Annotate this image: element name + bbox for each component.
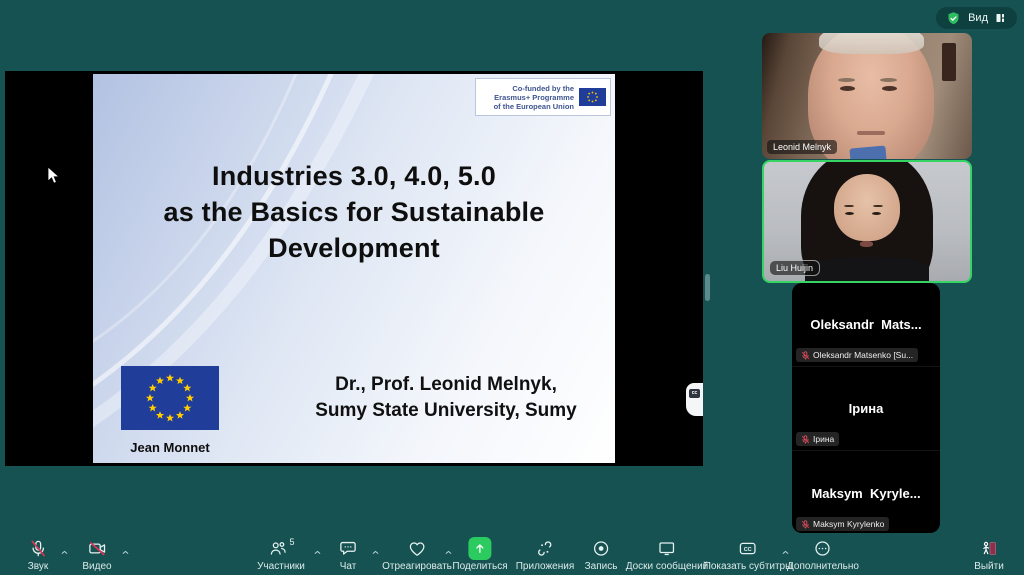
participant-display-name: Oleksandr Mats... <box>810 317 921 332</box>
muted-mic-icon <box>801 351 810 360</box>
meeting-window: Вид Co-funded by the Erasmus+ Programme … <box>0 0 1024 575</box>
slide-author-line2: Sumy State University, Sumy <box>291 398 601 424</box>
participant-display-name: Maksym Kyryle... <box>811 486 920 501</box>
participants-options-caret[interactable] <box>313 544 322 562</box>
exit-door-icon <box>979 538 999 558</box>
cofunded-text-line1: Co-funded by the <box>494 84 574 93</box>
muted-mic-icon <box>801 435 810 444</box>
participant-tile[interactable]: Oleksandr Mats... Oleksandr Matsenko [Su… <box>792 283 940 367</box>
audio-label: Звук <box>28 561 49 572</box>
slide-title-line3: Development <box>93 230 615 266</box>
share-screen-icon <box>468 537 491 560</box>
leave-label: Выйти <box>974 561 1004 572</box>
cofunded-text-line3: of the European Union <box>494 102 574 111</box>
react-button[interactable]: Отреагировать <box>382 538 452 572</box>
view-mode-button[interactable]: Вид <box>936 7 1017 29</box>
camera-off-icon <box>87 538 107 558</box>
svg-text:CC: CC <box>744 546 752 552</box>
participant-tile[interactable]: Maksym Kyryle... Maksym Kyrylenko <box>792 451 940 533</box>
captions-label: Показать субтитры <box>704 561 793 572</box>
cc-mini-icon: cc <box>689 389 700 398</box>
liu-body <box>805 257 929 283</box>
participants-label: Участники <box>257 561 305 572</box>
liu-face <box>834 174 900 241</box>
security-shield-icon <box>946 11 961 26</box>
video-tile-leonid[interactable]: Leonid Melnyk <box>762 33 972 159</box>
view-label: Вид <box>968 12 988 24</box>
whiteboard-icon <box>657 538 677 558</box>
captions-panel-handle[interactable]: cc <box>686 383 703 416</box>
slide-author: Dr., Prof. Leonid Melnyk, Sumy State Uni… <box>291 372 601 424</box>
gallery-view-icon <box>995 12 1007 24</box>
share-screen-button[interactable]: Поделиться <box>452 538 507 572</box>
audio-button[interactable]: Звук <box>28 538 49 572</box>
more-button[interactable]: Дополнительно <box>787 538 859 572</box>
whiteboards-label: Доски сообщений <box>626 561 709 572</box>
more-ellipsis-icon <box>813 538 832 558</box>
video-name-label: Leonid Melnyk <box>767 140 837 154</box>
share-label: Поделиться <box>452 561 507 572</box>
leonid-mouth <box>857 131 885 135</box>
record-icon <box>592 538 611 558</box>
video-label: Видео <box>82 561 111 572</box>
slide-title-line2: as the Basics for Sustainable <box>93 194 615 230</box>
chat-options-caret[interactable] <box>371 544 380 562</box>
captions-cc-icon: CC <box>738 538 758 558</box>
participant-label-text: Oleksandr Matsenko [Su... <box>813 350 913 360</box>
background-frame-decor <box>942 43 956 81</box>
more-label: Дополнительно <box>787 561 859 572</box>
chat-icon <box>338 538 358 558</box>
apps-button[interactable]: Приложения <box>516 538 575 572</box>
participant-name-label: Oleksandr Matsenko [Su... <box>796 348 918 362</box>
participant-tile[interactable]: Ірина Ірина <box>792 367 940 451</box>
video-tile-liu-active-speaker[interactable]: Liu Huijin <box>762 160 972 283</box>
liu-mouth <box>860 241 873 247</box>
participants-panel: Oleksandr Mats... Oleksandr Matsenko [Su… <box>792 283 940 533</box>
leonid-eye-right <box>882 86 897 91</box>
captions-button[interactable]: CC Показать субтитры <box>704 538 793 572</box>
participant-name-label: Ірина <box>796 432 839 446</box>
react-label: Отреагировать <box>382 561 452 572</box>
slide-author-line1: Dr., Prof. Leonid Melnyk, <box>291 372 601 398</box>
liu-eye-right <box>872 212 881 215</box>
slide-title: Industries 3.0, 4.0, 5.0 as the Basics f… <box>93 158 615 266</box>
jean-monnet-block: Jean Monnet <box>121 366 219 455</box>
leonid-collar <box>850 145 887 159</box>
participant-display-name: Ірина <box>849 401 884 416</box>
leonid-hair <box>819 33 924 54</box>
meeting-toolbar: Звук Видео <box>0 535 1024 575</box>
leonid-eye-left <box>840 86 855 91</box>
shared-screen-area: Co-funded by the Erasmus+ Programme of t… <box>5 71 703 466</box>
whiteboards-button[interactable]: Доски сообщений <box>626 538 709 572</box>
panel-scrollbar[interactable] <box>705 274 710 301</box>
participant-label-text: Ірина <box>813 434 834 444</box>
audio-options-caret[interactable] <box>60 544 69 562</box>
chat-button[interactable]: Чат <box>338 538 358 572</box>
mic-muted-icon <box>28 538 47 558</box>
record-label: Запись <box>585 561 618 572</box>
slide-title-line1: Industries 3.0, 4.0, 5.0 <box>93 158 615 194</box>
participants-icon: 5 <box>268 538 293 558</box>
muted-mic-icon <box>801 520 810 529</box>
heart-reaction-icon <box>407 538 427 558</box>
jean-monnet-label: Jean Monnet <box>121 440 219 455</box>
participants-button[interactable]: 5 Участники <box>257 538 305 572</box>
mouse-cursor <box>47 167 61 185</box>
record-button[interactable]: Запись <box>585 538 618 572</box>
eu-flag-large-icon <box>121 366 219 430</box>
apps-icon <box>535 538 555 558</box>
chat-label: Чат <box>340 561 357 572</box>
participant-name-label: Maksym Kyrylenko <box>796 517 889 531</box>
video-button[interactable]: Видео <box>82 538 111 572</box>
participants-count-badge: 5 <box>289 537 294 547</box>
cofunded-text-line2: Erasmus+ Programme <box>494 93 574 102</box>
apps-label: Приложения <box>516 561 575 572</box>
eu-flag-small-icon <box>579 88 606 106</box>
video-name-label: Liu Huijin <box>769 260 820 276</box>
video-options-caret[interactable] <box>121 544 130 562</box>
erasmus-cofunded-logo: Co-funded by the Erasmus+ Programme of t… <box>475 78 611 116</box>
participant-label-text: Maksym Kyrylenko <box>813 519 884 529</box>
presentation-slide: Co-funded by the Erasmus+ Programme of t… <box>93 74 615 463</box>
leave-meeting-button[interactable]: Выйти <box>974 538 1004 572</box>
